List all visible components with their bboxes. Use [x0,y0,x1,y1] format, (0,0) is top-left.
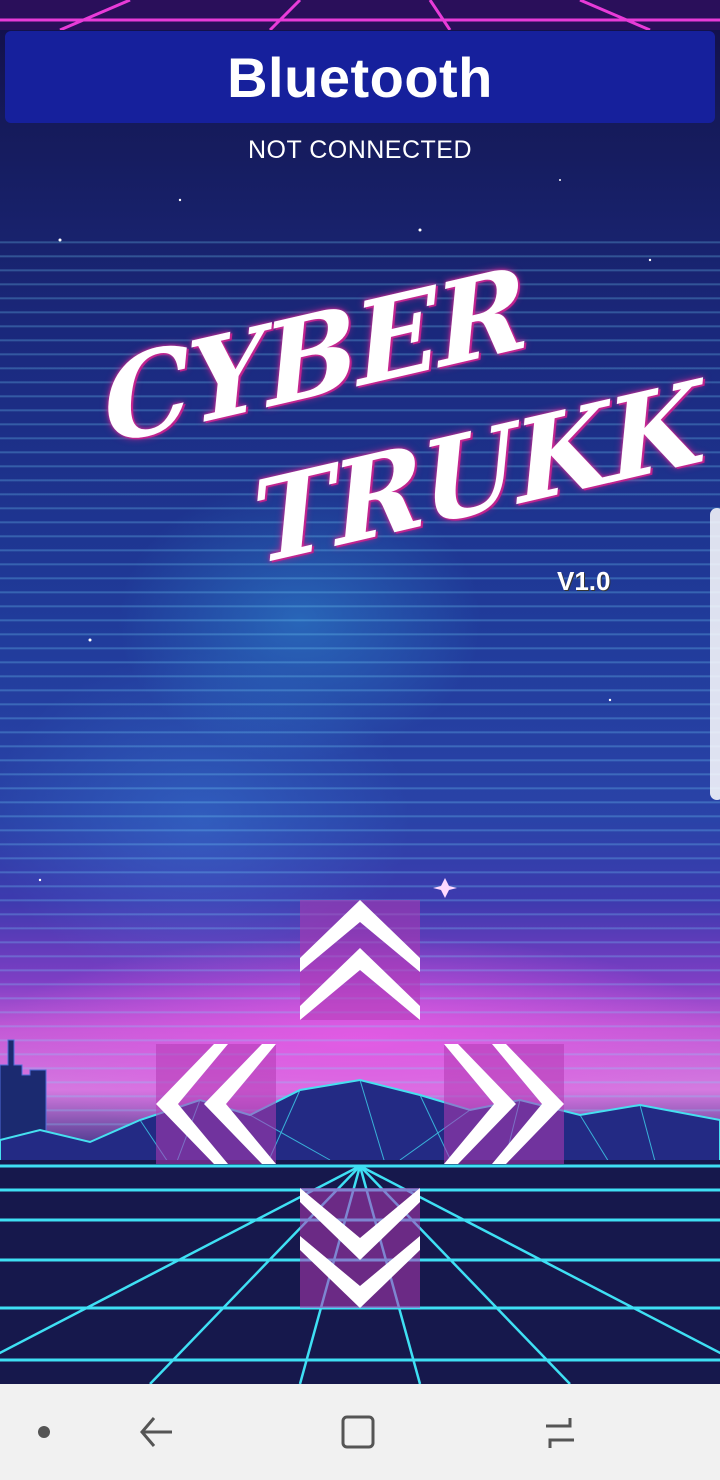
app-logo: CYBER TRUKK V1.0 [98,242,707,630]
connection-status: NOT CONNECTED [247,136,473,164]
recents-icon [546,1418,574,1448]
version-label: V1.0 [557,566,611,596]
nav-dot-button[interactable] [14,1406,74,1458]
double-chevron-left-icon [156,1044,276,1164]
forward-button[interactable] [300,900,420,1020]
back-button[interactable] [126,1406,186,1458]
dot-icon [38,1426,50,1438]
bluetooth-button[interactable]: Bluetooth [5,31,715,123]
bluetooth-title: Bluetooth [227,45,493,109]
double-chevron-up-icon [300,900,420,1020]
home-button[interactable] [328,1406,388,1458]
double-chevron-down-icon [300,1188,420,1308]
background-scene [0,0,720,1384]
right-button[interactable] [444,1044,564,1164]
recents-button[interactable] [530,1406,590,1458]
reverse-button[interactable] [300,1188,420,1308]
left-button[interactable] [156,1044,276,1164]
system-navigation-bar [0,1384,720,1480]
back-icon [140,1417,172,1447]
home-icon [341,1415,375,1449]
double-chevron-right-icon [444,1044,564,1164]
edge-panel-handle[interactable] [710,508,720,800]
